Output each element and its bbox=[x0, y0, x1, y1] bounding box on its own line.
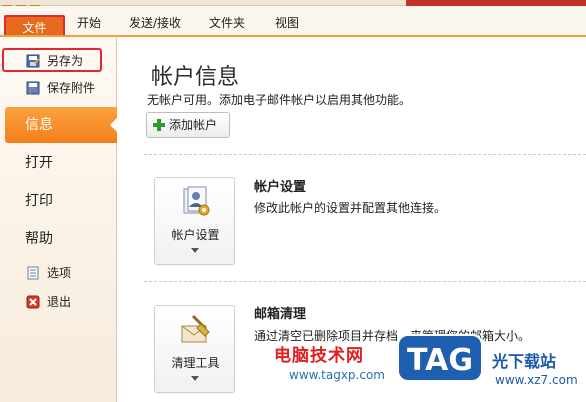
page-title: 帐户信息 bbox=[151, 65, 240, 90]
watermark-site-url: www.xz7.com bbox=[495, 373, 578, 387]
backstage-nav: 另存为 保存附件 信息 打开 打印 帮助 选项 退出 bbox=[0, 37, 118, 402]
nav-info[interactable]: 信息 bbox=[5, 107, 118, 143]
account-settings-tile-label: 帐户设置 bbox=[171, 228, 220, 242]
watermark-site-name: 光下载站 bbox=[492, 352, 557, 371]
tab-send-receive[interactable]: 发送/接收 bbox=[129, 14, 181, 31]
options-icon bbox=[27, 266, 39, 280]
nav-options[interactable]: 选项 bbox=[0, 262, 117, 284]
save-attachments-icon bbox=[26, 81, 40, 95]
cleanup-tools-tile-label: 清理工具 bbox=[171, 356, 220, 370]
plus-icon bbox=[153, 119, 165, 131]
nav-exit[interactable]: 退出 bbox=[0, 291, 117, 313]
mailbox-cleanup-heading: 邮箱清理 bbox=[254, 307, 307, 322]
no-account-message: 无帐户可用。添加电子邮件帐户以启用其他功能。 bbox=[147, 93, 412, 107]
nav-print[interactable]: 打印 bbox=[0, 183, 117, 219]
add-account-label: 添加帐户 bbox=[169, 118, 218, 132]
nav-save-as[interactable]: 另存为 bbox=[0, 50, 117, 72]
nav-save-attachments-label: 保存附件 bbox=[47, 81, 96, 95]
nav-open[interactable]: 打开 bbox=[0, 145, 117, 181]
nav-help[interactable]: 帮助 bbox=[0, 221, 117, 257]
ribbon-tab-bar: 文件 开始 发送/接收 文件夹 视图 bbox=[0, 6, 586, 39]
save-as-icon bbox=[26, 54, 40, 68]
account-settings-description: 修改此帐户的设置并配置其他连接。 bbox=[254, 201, 447, 215]
nav-options-label: 选项 bbox=[47, 266, 72, 280]
mailbox-cleanup-icon bbox=[181, 314, 210, 343]
watermark-url: www.tagxp.com bbox=[289, 368, 385, 382]
watermark-logo-text: TAG bbox=[407, 343, 473, 378]
nav-save-as-label: 另存为 bbox=[47, 54, 84, 68]
watermark-text: 电脑技术网 bbox=[274, 346, 364, 366]
exit-icon bbox=[26, 295, 40, 309]
tab-folder[interactable]: 文件夹 bbox=[209, 14, 245, 31]
account-settings-icon bbox=[183, 186, 210, 216]
chevron-down-icon bbox=[191, 376, 199, 381]
account-settings-heading: 帐户设置 bbox=[254, 180, 307, 195]
tab-home[interactable]: 开始 bbox=[77, 14, 101, 31]
watermark-tag-logo: TAG bbox=[397, 334, 483, 382]
chevron-down-icon bbox=[191, 248, 199, 253]
nav-save-attachments[interactable]: 保存附件 bbox=[0, 77, 117, 99]
nav-exit-label: 退出 bbox=[47, 295, 72, 309]
tab-view[interactable]: 视图 bbox=[275, 14, 299, 31]
section-divider bbox=[144, 154, 586, 155]
cleanup-tools-button[interactable]: 清理工具 bbox=[154, 305, 235, 393]
section-divider bbox=[144, 281, 586, 282]
account-settings-button[interactable]: 帐户设置 bbox=[154, 177, 235, 265]
add-account-button[interactable]: 添加帐户 bbox=[146, 112, 230, 138]
